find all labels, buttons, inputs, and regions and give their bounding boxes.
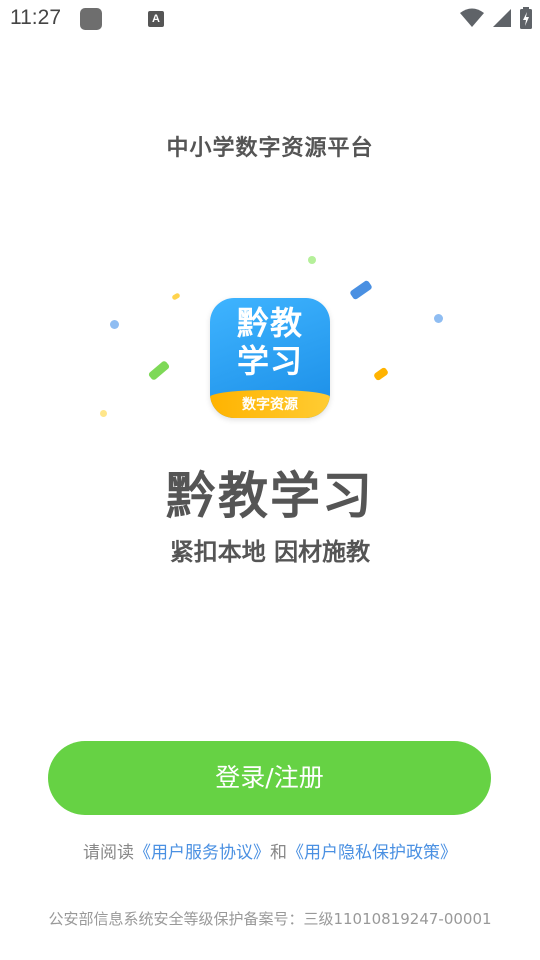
confetti-decoration: [110, 320, 119, 329]
security-record-footer: 公安部信息系统安全等级保护备案号：三级11010819247-00001: [48, 910, 492, 928]
logo-title: 黔教 学习: [210, 304, 330, 380]
status-time: 11:27: [10, 6, 61, 29]
logo-title-line1: 黔教: [236, 304, 303, 342]
app-logo: 黔教 学习 数字资源: [210, 298, 330, 418]
confetti-decoration: [100, 410, 107, 417]
confetti-decoration: [171, 292, 181, 301]
confetti-decoration: [349, 279, 373, 301]
agreement-notice: 请阅读《用户服务协议》和《用户隐私保护政策》: [0, 838, 540, 863]
status-icons: [460, 7, 532, 29]
logo-title-line2: 学习: [236, 342, 303, 380]
confetti-decoration: [308, 256, 316, 264]
platform-title: 中小学数字资源平台: [166, 136, 374, 161]
confetti-decoration: [434, 314, 443, 323]
font-notification-icon: A: [148, 11, 164, 27]
battery-charging-icon: [520, 7, 532, 29]
agreement-prefix: 请阅读: [83, 843, 134, 863]
app-slogan: 紧扣本地 因材施教: [169, 538, 371, 566]
status-bar: 11:27 A: [0, 0, 540, 36]
user-agreement-link[interactable]: 《用户服务协议》: [134, 843, 270, 863]
logo-band: 数字资源: [210, 390, 330, 418]
login-register-button[interactable]: 登录/注册: [48, 741, 491, 815]
wifi-icon: [460, 8, 484, 27]
agreement-connector: 和: [270, 843, 287, 863]
app-name: 黔教学习: [166, 467, 374, 525]
privacy-policy-link[interactable]: 《用户隐私保护政策》: [287, 843, 457, 863]
confetti-decoration: [372, 366, 390, 382]
app-notification-icon: [80, 8, 102, 30]
signal-icon: [493, 9, 511, 27]
confetti-decoration: [147, 359, 171, 382]
